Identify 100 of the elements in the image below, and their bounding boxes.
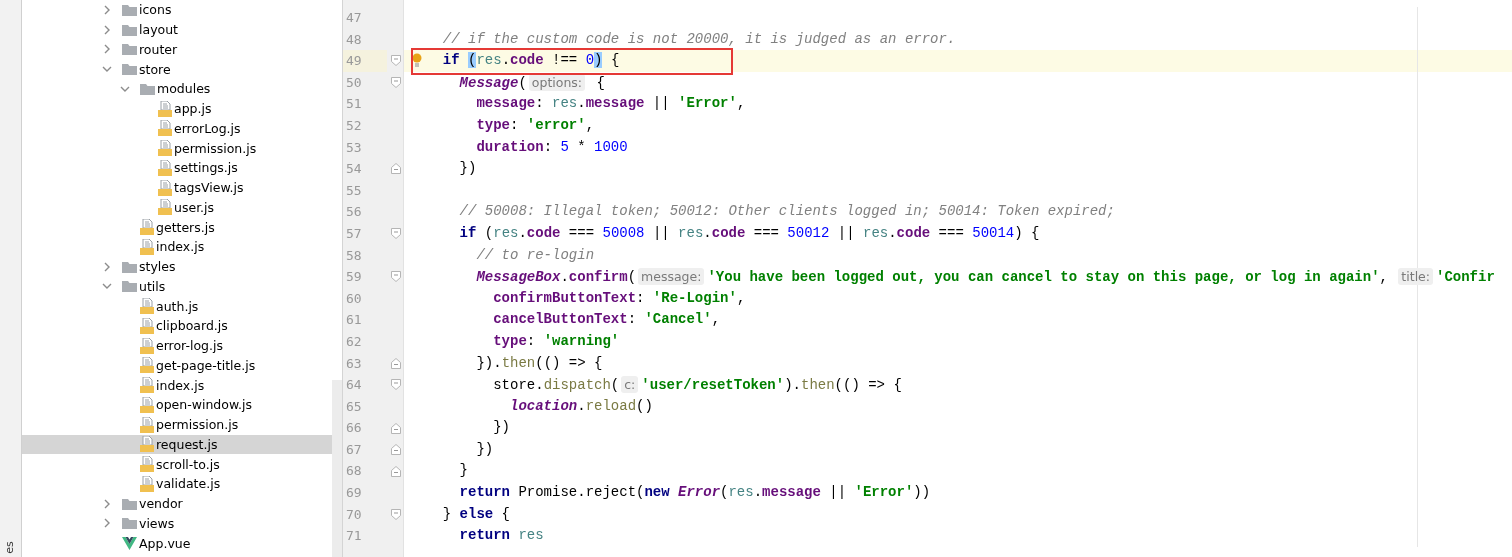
folder-icon [122, 43, 137, 56]
tree-item[interactable]: index.js [22, 237, 332, 257]
tree-item[interactable]: vendor [22, 493, 332, 514]
line-number: 47 [345, 9, 363, 27]
chevron-right-icon [102, 518, 112, 529]
line-number: 60 [345, 289, 363, 308]
chevron-right-icon [102, 4, 112, 15]
line-number: 63 [345, 354, 363, 373]
line-number: 52 [345, 116, 363, 135]
line-number: 71 [345, 527, 363, 546]
fold-icon [390, 271, 401, 283]
line-number: 66 [345, 419, 363, 438]
vue-file-icon [122, 536, 137, 550]
js-file-icon [140, 219, 154, 236]
folder-icon [122, 280, 137, 293]
tree-item[interactable]: clipboard.js [22, 316, 332, 336]
tree-item[interactable]: permission.js [22, 138, 332, 158]
line-number: 51 [345, 95, 363, 114]
line-number: 64 [345, 376, 363, 395]
js-file-icon [140, 436, 154, 453]
tree-item[interactable]: router [22, 39, 332, 60]
line-number: 67 [345, 440, 363, 459]
folder-icon [122, 23, 137, 36]
line-number: 55 [345, 181, 363, 200]
fold-icon [390, 444, 401, 456]
folder-icon [122, 63, 137, 76]
chevron-right-icon [102, 261, 112, 272]
folder-icon [122, 517, 137, 530]
scrollbar-thumb[interactable] [332, 380, 342, 557]
js-file-icon [140, 377, 154, 394]
line-number: 50 [345, 73, 363, 92]
line-number: 56 [345, 203, 363, 222]
tree-item[interactable]: getters.js [22, 217, 332, 237]
line-number: 54 [345, 160, 363, 179]
js-file-icon [140, 317, 154, 334]
tree-item[interactable]: index.js [22, 375, 332, 395]
tool-window-tab[interactable]: es [2, 541, 16, 554]
fold-icon [390, 77, 401, 89]
chevron-right-icon [102, 44, 112, 55]
tree-item[interactable]: user.js [22, 197, 332, 218]
tree-item[interactable]: layout [22, 19, 332, 40]
chevron-right-icon [102, 498, 112, 509]
line-number: 59 [345, 268, 363, 287]
tree-item[interactable]: store [22, 59, 332, 79]
js-file-icon [140, 238, 154, 255]
js-file-icon [140, 475, 154, 492]
fold-icon [390, 465, 401, 477]
fold-icon [390, 163, 401, 175]
tree-item[interactable]: settings.js [22, 158, 332, 178]
tree-item[interactable]: auth.js [22, 296, 332, 316]
fold-icon [390, 55, 401, 67]
line-number: 53 [345, 138, 363, 157]
tree-item[interactable]: errorLog.js [22, 118, 332, 139]
js-file-icon [158, 179, 172, 196]
tree-item[interactable]: tagsView.js [22, 177, 332, 198]
js-file-icon [158, 140, 172, 157]
tree-item[interactable]: views [22, 513, 332, 534]
line-number: 62 [345, 332, 363, 351]
line-number: 61 [345, 311, 363, 330]
js-file-icon [158, 199, 172, 216]
js-file-icon [140, 416, 154, 433]
fold-icon [390, 508, 401, 520]
line-number: 68 [345, 462, 363, 481]
line-number: 69 [345, 484, 363, 503]
tree-item[interactable]: get-page-title.js [22, 355, 332, 376]
js-file-icon [140, 357, 154, 374]
js-file-icon [158, 159, 172, 176]
folder-icon [122, 3, 137, 16]
folder-icon [140, 82, 155, 95]
fold-icon [390, 422, 401, 434]
js-file-icon [158, 100, 172, 117]
tree-item[interactable]: permission.js [22, 414, 332, 435]
lightbulb-icon [412, 53, 422, 68]
tree-item[interactable]: icons [22, 0, 332, 20]
tree-item[interactable]: scroll-to.js [22, 454, 332, 474]
js-file-icon [140, 298, 154, 315]
fold-icon [390, 228, 401, 240]
line-number: 65 [345, 397, 363, 416]
chevron-right-icon [102, 24, 112, 35]
js-file-icon [140, 337, 154, 354]
line-number: 57 [345, 224, 363, 243]
tree-item[interactable]: error-log.js [22, 335, 332, 356]
fold-icon [390, 357, 401, 369]
folder-icon [122, 260, 137, 273]
tree-item[interactable]: App.vue [22, 533, 332, 553]
tree-item[interactable]: open-window.js [22, 395, 332, 415]
line-number: 48 [345, 30, 363, 49]
tree-item[interactable]: app.js [22, 98, 332, 119]
tree-item[interactable]: validate.js [22, 474, 332, 494]
line-number: 58 [345, 246, 363, 265]
line-number: 49 [343, 50, 387, 72]
js-file-icon [140, 456, 154, 473]
tree-item[interactable]: request.js [22, 434, 332, 455]
fold-icon [390, 379, 401, 391]
tree-item[interactable]: utils [22, 276, 332, 297]
js-file-icon [158, 120, 172, 137]
folder-icon [122, 497, 137, 510]
tree-item[interactable]: styles [22, 256, 332, 277]
line-number: 70 [345, 505, 363, 524]
tree-item[interactable]: modules [22, 79, 332, 99]
